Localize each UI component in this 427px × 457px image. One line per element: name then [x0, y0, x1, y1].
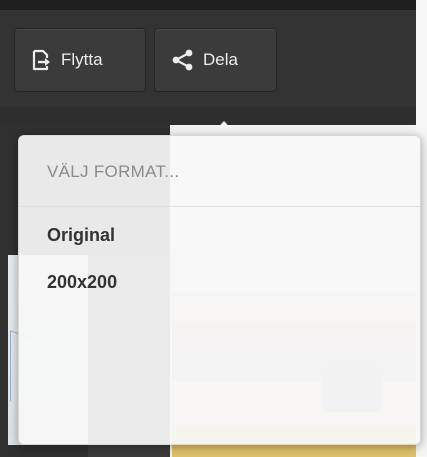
move-button[interactable]: Flytta: [14, 28, 146, 92]
move-button-label: Flytta: [61, 50, 103, 69]
toolbar-lower-band: [0, 107, 416, 125]
move-out-icon: [31, 48, 53, 72]
share-button-label: Dela: [203, 50, 238, 69]
app-window: Flytta Dela VÄLJ FORMAT... Original 200x…: [0, 0, 427, 457]
format-popover: VÄLJ FORMAT... Original 200x200: [18, 135, 421, 445]
top-strip: [0, 0, 416, 10]
share-button[interactable]: Dela: [154, 28, 277, 92]
format-option-200x200[interactable]: 200x200: [47, 272, 117, 293]
share-icon: [171, 48, 195, 72]
popover-header: VÄLJ FORMAT...: [47, 162, 180, 181]
popover-arrow: [210, 121, 238, 136]
format-option-original[interactable]: Original: [47, 225, 115, 246]
popover-divider: [19, 206, 420, 207]
